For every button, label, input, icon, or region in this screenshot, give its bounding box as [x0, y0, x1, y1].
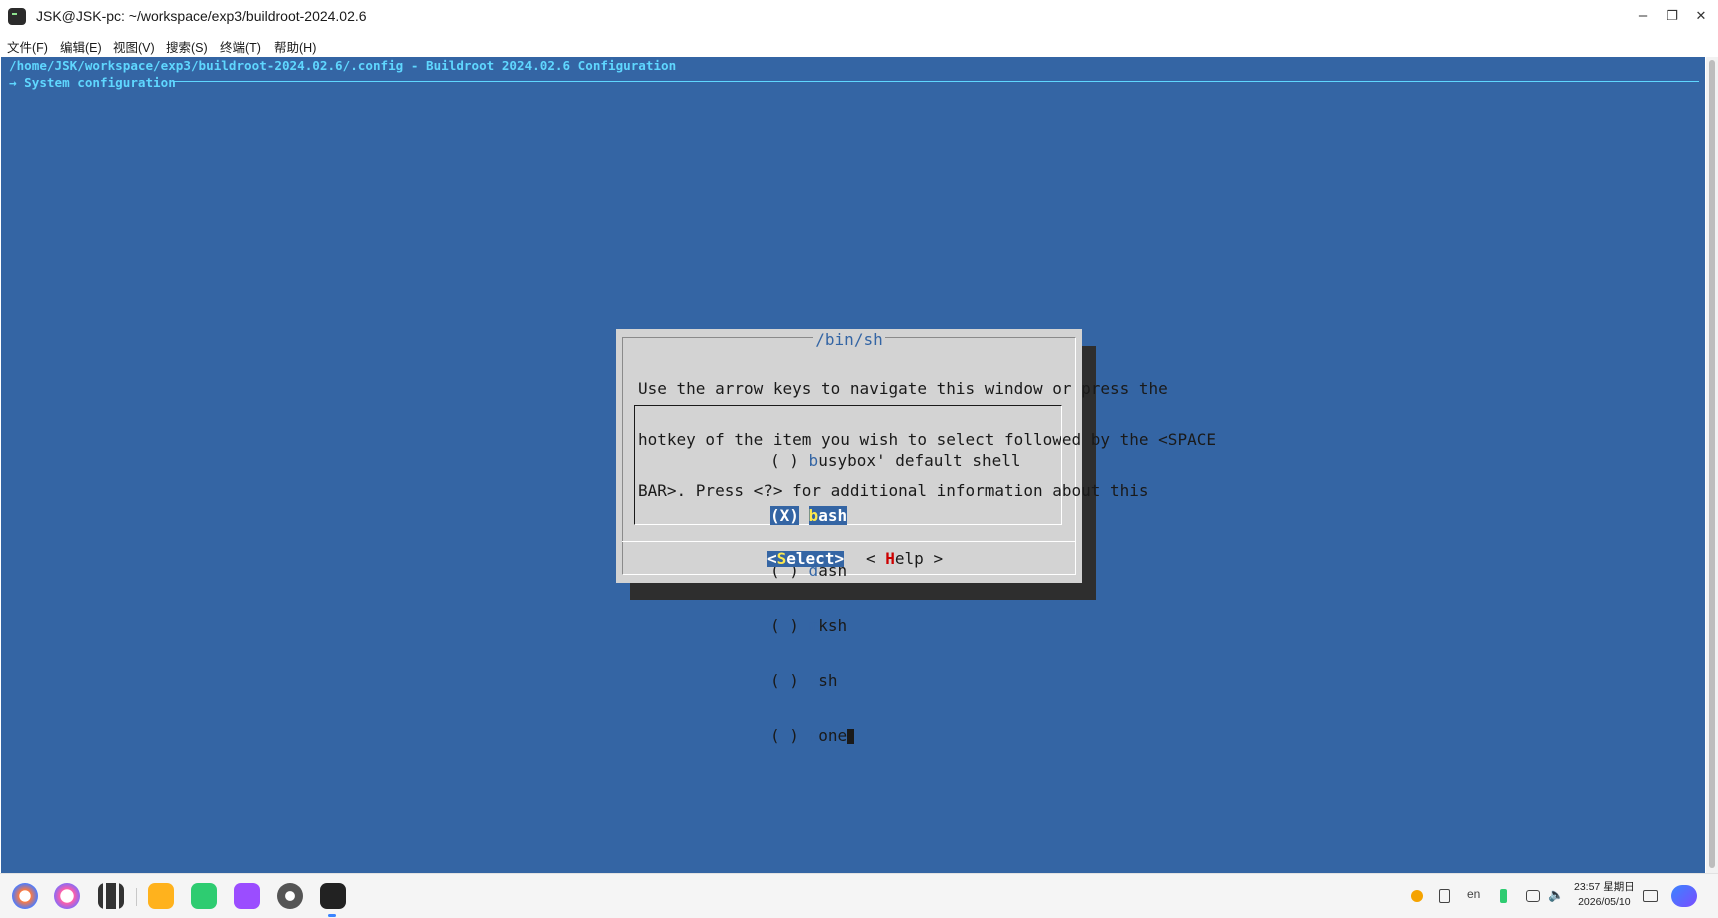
breadcrumb-rule: [173, 81, 1699, 82]
breadcrumb: → System configuration: [9, 75, 176, 90]
menu-file[interactable]: 文件(F): [7, 37, 48, 56]
minimize-button[interactable]: –: [1630, 4, 1656, 28]
menu-search[interactable]: 搜索(S): [166, 37, 208, 56]
clock-date: 2026/05/10: [1578, 896, 1631, 908]
status-dot-icon[interactable]: [1411, 890, 1423, 902]
restore-button[interactable]: ❐: [1659, 4, 1685, 28]
menu-help[interactable]: 帮助(H): [274, 37, 316, 56]
active-app-indicator: [328, 914, 336, 917]
app-store-icon[interactable]: [234, 883, 260, 909]
option-zsh[interactable]: ( ) zsh: [770, 672, 1020, 689]
input-method-indicator[interactable]: en: [1467, 887, 1480, 901]
terminal-scrollbar-thumb[interactable]: [1709, 60, 1715, 868]
clock[interactable]: 23:57 星期日 2026/05/10: [1574, 880, 1635, 910]
options-list: ( ) busybox' default shell (X) bash ( ) …: [770, 414, 1020, 782]
title-bar: JSK@JSK-pc: ~/workspace/exp3/buildroot-2…: [0, 0, 1718, 33]
menu-view[interactable]: 视图(V): [113, 37, 155, 56]
close-button[interactable]: ✕: [1688, 4, 1714, 28]
text-cursor: [847, 729, 855, 744]
select-button[interactable]: <Select>: [767, 551, 845, 567]
option-busybox[interactable]: ( ) busybox' default shell: [770, 452, 1020, 469]
assistant-icon[interactable]: [1671, 885, 1697, 907]
network-icon[interactable]: [1526, 890, 1540, 902]
shell-choice-dialog: /bin/sh Use the arrow keys to navigate t…: [616, 329, 1216, 744]
menu-bar: 文件(F) 编辑(E) 视图(V) 搜索(S) 终端(T) 帮助(H): [0, 33, 1718, 57]
menu-edit[interactable]: 编辑(E): [60, 37, 102, 56]
window-title: JSK@JSK-pc: ~/workspace/exp3/buildroot-2…: [36, 8, 367, 24]
options-list-box: ( ) busybox' default shell (X) bash ( ) …: [634, 405, 1062, 744]
terminal-icon[interactable]: [320, 883, 346, 909]
search-icon[interactable]: [54, 883, 80, 909]
instruction-line: Use the arrow keys to navigate this wind…: [638, 379, 1168, 398]
clipboard-icon[interactable]: [1439, 889, 1450, 903]
messenger-icon[interactable]: [191, 883, 217, 909]
terminal-app-icon: [8, 8, 26, 25]
option-bash[interactable]: (X) bash: [770, 506, 1020, 525]
battery-icon[interactable]: [1500, 889, 1507, 903]
help-button[interactable]: < Help >: [866, 551, 943, 567]
taskbar-separator: [136, 888, 137, 906]
taskbar: en 🔈 23:57 星期日 2026/05/10: [0, 873, 1718, 918]
multitask-icon[interactable]: [98, 883, 124, 909]
option-mksh[interactable]: ( ) mksh: [770, 617, 1020, 634]
notification-icon[interactable]: [1643, 890, 1658, 902]
config-path: /home/JSK/workspace/exp3/buildroot-2024.…: [9, 58, 677, 73]
settings-icon[interactable]: [277, 883, 303, 909]
launcher-icon[interactable]: [12, 883, 38, 909]
option-none[interactable]: ( ) none: [770, 727, 1020, 744]
file-manager-icon[interactable]: [148, 883, 174, 909]
volume-icon[interactable]: 🔈: [1548, 887, 1564, 903]
menu-terminal[interactable]: 终端(T): [220, 37, 261, 56]
clock-time: 23:57 星期日: [1574, 881, 1635, 893]
dialog-separator: [622, 541, 1076, 542]
